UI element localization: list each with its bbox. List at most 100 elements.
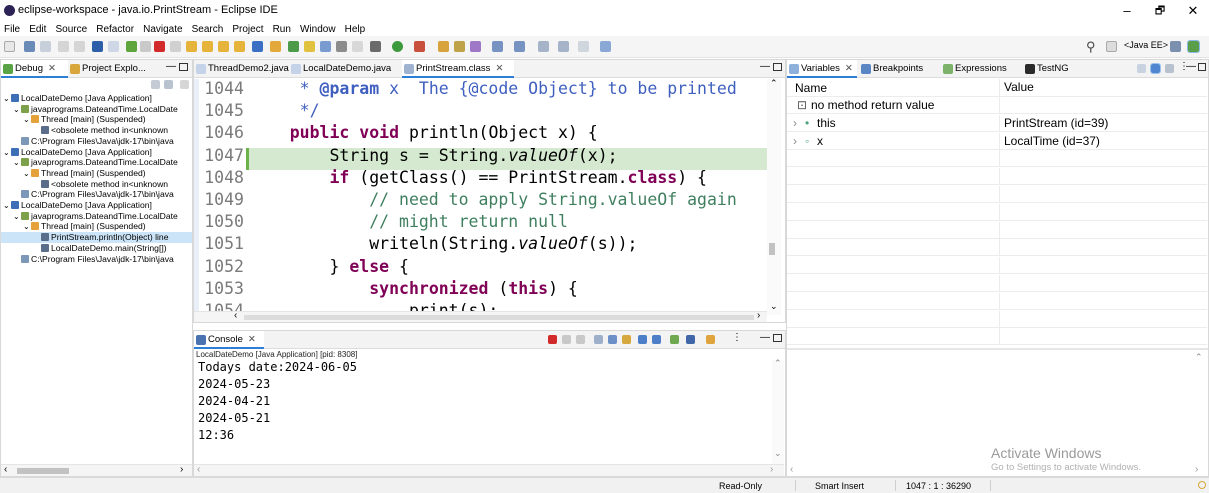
menu-help[interactable]: Help [345,23,366,37]
code-line[interactable]: writeln(String.valueOf(s)); [250,234,637,253]
tab-debug[interactable]: Debug ✕ [1,60,68,78]
editor-horizontal-scrollbar[interactable]: ‹ › [194,310,767,322]
maximize-view-icon[interactable] [773,63,782,71]
editor-vscroll-thumb[interactable] [769,243,775,255]
debug-tree-item[interactable]: ⌄ LocalDateDemo [Java Application] [1,93,192,104]
debug-tree-item[interactable]: ⌄ Thread [main] (Suspended) [1,114,192,125]
scroll-left-icon[interactable]: ‹ [790,464,793,475]
menu-file[interactable]: File [4,23,20,37]
scroll-lock-icon[interactable] [608,335,617,344]
new-icon[interactable] [4,41,15,52]
status-insert-mode[interactable]: Smart Insert [815,481,864,491]
menu-project[interactable]: Project [232,23,263,37]
code-line[interactable]: public void println(Object x) { [250,123,598,142]
debug-tree-item[interactable]: ⌄ Thread [main] (Suspended) [1,168,192,179]
show-stderr-icon[interactable] [652,335,661,344]
terminate-console-icon[interactable] [548,335,557,344]
status-cursor-position[interactable]: 1047 : 1 : 36290 [906,481,971,491]
tab-project-explorer[interactable]: Project Explo... [68,60,158,78]
scroll-left-icon[interactable]: ‹ [234,310,237,321]
open-perspective-quick-icon[interactable] [270,41,281,52]
editor-hscroll-thumb[interactable] [244,315,754,320]
debug-tree-item[interactable]: C:\Program Files\Java\jdk-17\bin\java [1,254,192,265]
open-type-icon[interactable] [438,41,449,52]
chevron-right-icon[interactable]: › [793,133,797,150]
code-line[interactable]: * @param x The {@code Object} to be prin… [250,79,737,98]
run-icon[interactable] [392,41,403,52]
console-output[interactable]: Todays date:2024-06-05 2024-05-23 2024-04-… [194,360,774,464]
code-line[interactable]: synchronized (this) { [250,279,578,298]
menu-source[interactable]: Source [55,23,87,37]
tab-breakpoints[interactable]: Breakpoints [859,60,939,78]
external-tools-icon[interactable] [414,41,425,52]
resume-icon[interactable] [126,41,137,52]
terminate-icon[interactable] [154,41,165,52]
debug-tree-item[interactable]: ⌄ javaprograms.DateandTime.LocalDate [1,104,192,115]
scroll-right-icon[interactable]: › [757,310,760,321]
show-type-names-icon[interactable] [1137,64,1146,73]
tab-printstream-class[interactable]: PrintStream.class ✕ [402,60,514,78]
search-icon[interactable]: ⚲ [1086,39,1096,55]
debug-tree-item[interactable]: ⌄ LocalDateDemo [Java Application] [1,200,192,211]
undo-icon[interactable] [58,41,69,52]
debug-tree-item[interactable]: ⌄ javaprograms.DateandTime.LocalDate [1,211,192,222]
code-area[interactable]: 1044 * @param x The {@code Object} to be… [194,79,767,315]
maximize-button[interactable]: 🗗 [1145,2,1175,20]
back-icon[interactable] [558,41,569,52]
debug-tree-item[interactable]: ⌄ LocalDateDemo [Java Application] [1,147,192,158]
close-icon[interactable]: ✕ [248,334,256,345]
code-line[interactable]: } else { [250,257,409,276]
variable-row[interactable]: › • this PrintStream (id=39) [787,114,1207,132]
terminal-icon[interactable] [92,41,103,52]
scroll-right-icon[interactable]: › [180,464,183,475]
remove-all-icon[interactable] [576,335,585,344]
chevron-down-icon[interactable]: ⌄ [13,158,21,168]
testng-icon[interactable] [304,41,315,52]
remove-launch-icon[interactable] [562,335,571,344]
detail-scroll-up-icon[interactable]: ⌃ [1195,352,1203,363]
perspective-debug-icon[interactable] [1187,40,1200,53]
code-line[interactable]: // need to apply String.valueOf again [250,190,737,209]
close-icon[interactable]: ✕ [845,63,853,74]
disconnect-icon[interactable] [170,41,181,52]
save-icon[interactable] [24,41,35,52]
pin-editor-icon[interactable] [600,41,611,52]
show-logical-structure-icon[interactable] [1150,63,1161,74]
debug-tree-item[interactable]: <obsolete method in<unknown [1,125,192,136]
tab-variables[interactable]: Variables ✕ [787,60,857,78]
tab-threaddemo2[interactable]: ThreadDemo2.java [194,60,289,78]
coverage-icon[interactable] [288,41,299,52]
chevron-down-icon[interactable]: ⌄ [13,105,21,115]
scroll-down-icon[interactable]: ⌄ [770,301,778,312]
step-over-icon[interactable] [202,41,213,52]
drop-frame-icon[interactable] [234,41,245,52]
view-menu-icon[interactable]: ⋮ [732,332,742,343]
chevron-down-icon[interactable]: ⌄ [3,201,11,211]
save-all-icon[interactable] [40,41,51,52]
editor-vertical-scrollbar[interactable]: ⌃ ⌄ [767,78,781,315]
scroll-up-icon[interactable]: ⌃ [770,78,778,89]
code-line[interactable]: String s = String.valueOf(x); [250,146,617,165]
minimize-button[interactable]: – [1112,2,1142,20]
variables-horizontal-scrollbar[interactable]: ‹ › [787,464,1208,476]
scroll-right-icon[interactable]: › [770,464,773,475]
debug-tree-item[interactable]: C:\Program Files\Java\jdk-17\bin\java [1,136,192,147]
debug-tree-item[interactable]: ⌄ Thread [main] (Suspended) [1,221,192,232]
menu-edit[interactable]: Edit [29,23,46,37]
scroll-left-icon[interactable]: ‹ [197,464,200,475]
open-task-icon[interactable] [454,41,465,52]
variable-detail-pane[interactable]: ⌃ Activate Windows [787,350,1208,465]
menu-navigate[interactable]: Navigate [143,23,182,37]
variable-row[interactable]: › ◦ x LocalTime (id=37) [787,132,1207,150]
chevron-down-icon[interactable]: ⌄ [23,115,31,125]
chevron-down-icon[interactable]: ⌄ [23,169,31,179]
debug-tree-item[interactable]: C:\Program Files\Java\jdk-17\bin\java [1,189,192,200]
scroll-down-icon[interactable]: ⌄ [774,448,782,459]
debug-tree-item[interactable]: LocalDateDemo.main(String[]) [1,243,192,254]
debug-tree-item[interactable]: <obsolete method in<unknown [1,179,192,190]
chevron-down-icon[interactable]: ⌄ [13,212,21,222]
forward-icon[interactable] [578,41,589,52]
pin-console-icon[interactable] [670,335,679,344]
tab-console[interactable]: Console ✕ [194,331,264,349]
scroll-right-icon[interactable]: › [1195,464,1198,475]
